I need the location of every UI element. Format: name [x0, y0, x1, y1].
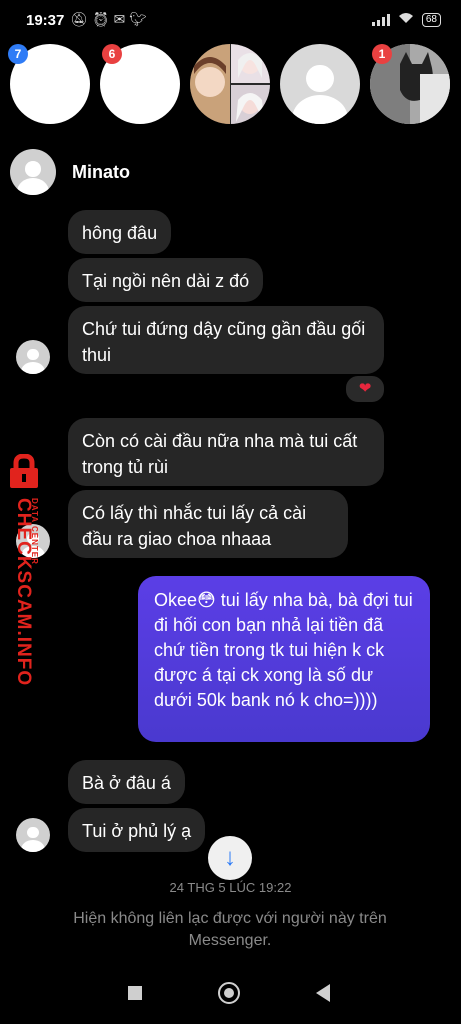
sender-avatar — [16, 818, 50, 852]
sender-avatar — [16, 340, 50, 374]
message-timestamp: 24 THG 5 LÚC 19:22 — [169, 880, 292, 895]
recent-apps-button[interactable] — [128, 986, 142, 1000]
alarm-icon: ⏰︎ — [91, 11, 114, 27]
system-nav-bar — [0, 970, 461, 1024]
story-row: 7 6 1 — [0, 44, 461, 128]
watermark-subtext: DATA CENTER — [30, 498, 39, 565]
story-badge-1: 7 — [8, 44, 28, 64]
story-badge-5: 1 — [372, 44, 392, 64]
heart-reaction-icon[interactable]: ❤ — [344, 374, 386, 404]
back-button[interactable] — [316, 984, 330, 1002]
contact-name: Minato — [72, 161, 130, 182]
lock-icon — [10, 454, 38, 488]
story-badge-2: 6 — [102, 44, 122, 64]
messenger-icon: ✉︎ — [113, 11, 130, 27]
message-received-6[interactable]: Bà ở đâu á — [68, 760, 185, 804]
message-received-4[interactable]: Còn có cài đầu nữa nha mà tui cất trong … — [68, 418, 384, 486]
status-app-icons: 🔕︎⏰︎✉︎🐦︎ — [70, 11, 151, 28]
default-avatar-icon — [306, 64, 334, 92]
status-time: 19:37 — [26, 12, 65, 29]
conversation-header[interactable]: Minato — [10, 148, 130, 196]
home-button[interactable] — [218, 982, 240, 1004]
battery-icon: 68 — [421, 12, 441, 27]
wifi-icon — [398, 12, 414, 27]
arrow-down-icon: ↓ — [224, 844, 236, 871]
story-avatar-4[interactable] — [280, 44, 360, 124]
status-bar: 19:37 🔕︎⏰︎✉︎🐦︎ 68 — [0, 0, 461, 40]
message-received-2[interactable]: Tại ngồi nên dài z đó — [68, 258, 264, 302]
watermark: CHECKSCAM.INFO DATA CENTER — [0, 450, 50, 686]
anime-collage-image — [190, 44, 270, 124]
status-right: 68 — [371, 12, 441, 27]
unavailable-notice: Hiện không liên lạc được với người này t… — [73, 910, 387, 949]
story-avatar-3[interactable] — [190, 44, 270, 124]
signal-icon — [371, 13, 390, 26]
scroll-to-bottom-button[interactable]: ↓ — [208, 836, 252, 880]
message-received-1[interactable]: hông đâu — [68, 210, 172, 254]
notifications-off-icon: 🔕︎ — [70, 11, 92, 27]
message-received-3[interactable]: Chứ tui đứng dậy cũng gần đầu gối thui — [68, 306, 384, 374]
message-received-7[interactable]: Tui ở phủ lý ạ — [68, 808, 206, 852]
twitter-icon: 🐦︎ — [129, 11, 152, 27]
message-received-5[interactable]: Có lấy thì nhắc tui lấy cả cài đầu ra gi… — [68, 490, 348, 558]
message-sent-1[interactable]: Okee😳 tui lấy nha bà, bà đợi tui đi hối … — [138, 576, 430, 742]
contact-avatar[interactable] — [10, 149, 56, 195]
